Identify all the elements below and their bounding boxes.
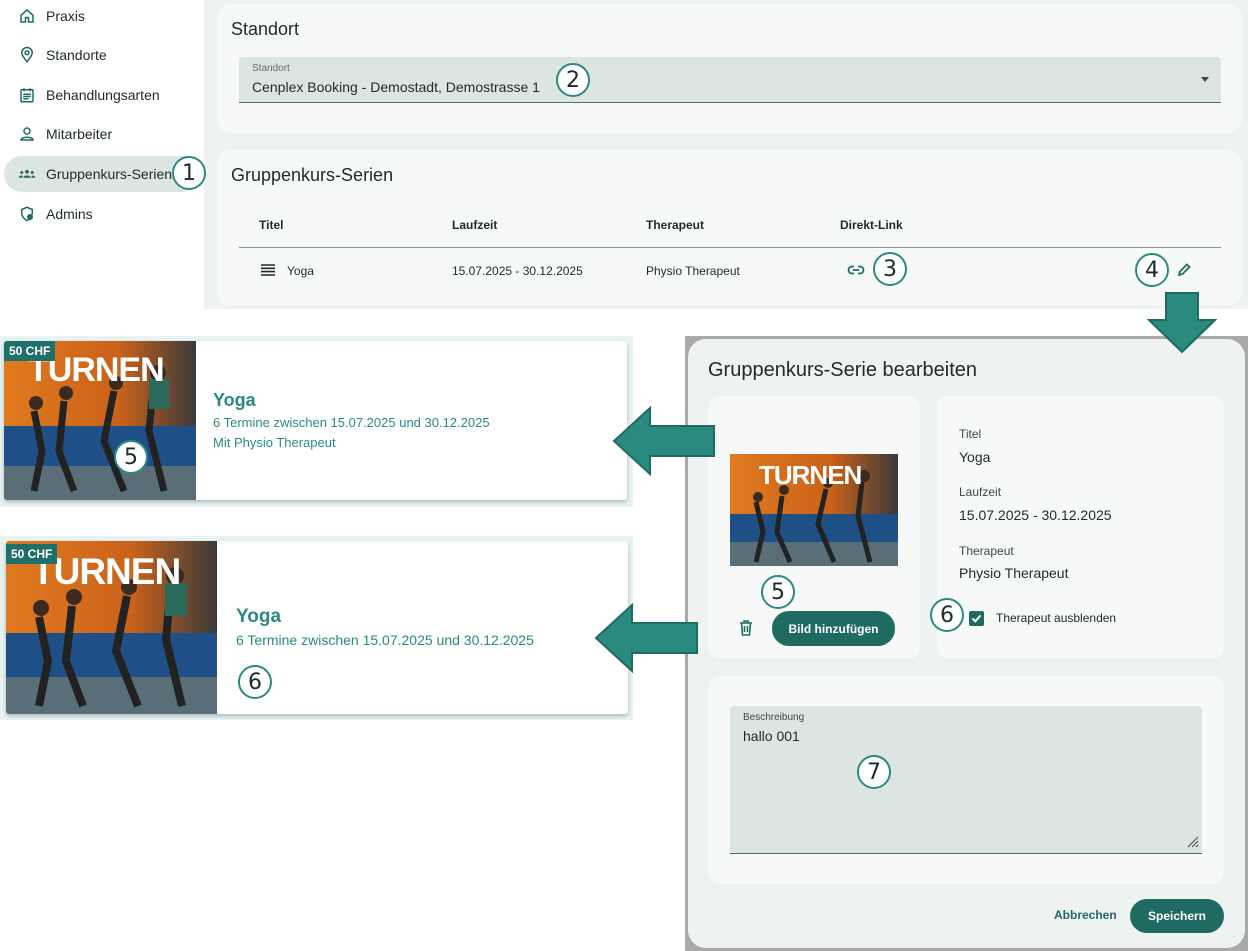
hide-therapist-label: Therapeut ausblenden [996,611,1117,625]
location-pin-icon [20,46,34,63]
sidebar-item-label: Standorte [46,47,107,63]
step-badge: 2 [556,63,590,97]
table-divider [239,247,1221,248]
step-badge: 5 [761,575,795,609]
home-icon [20,9,34,23]
step-badge: 6 [930,598,964,632]
calendar-list-icon [20,88,34,103]
chevron-down-icon [1201,77,1209,82]
left-arrow-annotation [612,406,715,476]
beschreibung-textarea[interactable]: Beschreibung hallo 001 [730,706,1202,854]
group-icon [18,169,36,178]
sidebar-item-admins[interactable]: Admins [4,196,200,232]
resize-handle-icon[interactable] [1187,836,1199,848]
beschreibung-label: Beschreibung [743,712,805,723]
step-badge: 4 [1135,253,1169,287]
beschreibung-value: hallo 001 [743,728,800,744]
check-icon [971,614,982,623]
preview-card-with-therapist[interactable]: TURNEN 50 CHF Yoga 6 Termine zwischen 15… [4,341,627,500]
image-text: TURNEN [759,460,862,490]
hide-therapist-checkbox[interactable] [969,611,984,626]
sidebar-item-mitarbeiter[interactable]: Mitarbeiter [4,116,200,152]
sidebar-item-label: Praxis [46,8,85,24]
header-laufzeit: Laufzeit [452,218,498,232]
row-titel: Yoga [287,264,314,278]
preview-dates: 6 Termine zwischen 15.07.2025 und 30.12.… [213,415,490,430]
header-titel: Titel [259,218,284,232]
sidebar: Praxis Standorte Behandlungsarten Mitarb… [0,0,204,309]
preview-title: Yoga [236,606,282,627]
titel-label: Titel [959,427,982,441]
admin-shield-icon [21,206,33,222]
sidebar-item-standorte[interactable]: Standorte [4,37,200,73]
standort-select-value: Cenplex Booking - Demostadt, Demostrasse… [252,79,540,95]
step-badge: 1 [172,156,206,190]
preview-therapist: Mit Physio Therapeut [213,435,336,450]
header-direkt-link: Direkt-Link [840,218,903,232]
preview-card-without-therapist[interactable]: TURNEN 50 CHF Yoga 6 Termine zwischen 15… [6,541,628,714]
standort-select-label: Standort [252,63,290,74]
standort-select[interactable]: Standort Cenplex Booking - Demostadt, De… [239,57,1221,103]
preview-dates: 6 Termine zwischen 15.07.2025 und 30.12.… [236,632,534,648]
cancel-button[interactable]: Abbrechen [1054,908,1117,922]
link-icon[interactable] [847,263,865,277]
row-laufzeit: 15.07.2025 - 30.12.2025 [452,264,583,278]
sidebar-item-praxis[interactable]: Praxis [4,0,200,34]
sidebar-item-label: Behandlungsarten [46,87,160,103]
series-title: Gruppenkurs-Serien [231,165,394,185]
dialog-title: Gruppenkurs-Serie bearbeiten [708,359,978,381]
trash-icon[interactable] [739,620,753,636]
step-badge: 6 [238,665,272,699]
laufzeit-value: 15.07.2025 - 30.12.2025 [959,507,1112,523]
sidebar-item-label: Gruppenkurs-Serien [46,166,173,182]
price-badge: 50 CHF [4,341,56,361]
titel-value: Yoga [959,449,991,465]
left-arrow-annotation [594,603,698,673]
sidebar-item-label: Mitarbeiter [46,126,113,142]
row-therapeut: Physio Therapeut [646,264,740,278]
edit-pencil-icon[interactable] [1176,262,1192,278]
preview-title: Yoga [213,390,256,410]
step-badge: 5 [114,440,148,474]
step-badge: 3 [873,252,907,286]
step-badge: 7 [857,755,891,789]
person-icon [20,127,34,141]
drag-handle-icon[interactable] [260,263,276,277]
down-arrow-annotation [1147,292,1217,354]
save-button[interactable]: Speichern [1130,899,1224,933]
price-badge: 50 CHF [6,544,58,564]
sidebar-item-gruppenkurs-serien[interactable]: Gruppenkurs-Serien [4,156,200,192]
add-image-button[interactable]: Bild hinzufügen [772,611,895,646]
therapeut-value: Physio Therapeut [959,565,1069,581]
sidebar-item-label: Admins [46,206,93,222]
sidebar-item-behandlungsarten[interactable]: Behandlungsarten [4,77,200,113]
therapeut-label: Therapeut [959,544,1014,558]
standort-title: Standort [231,19,300,39]
laufzeit-label: Laufzeit [959,485,1002,499]
header-therapeut: Therapeut [646,218,705,232]
